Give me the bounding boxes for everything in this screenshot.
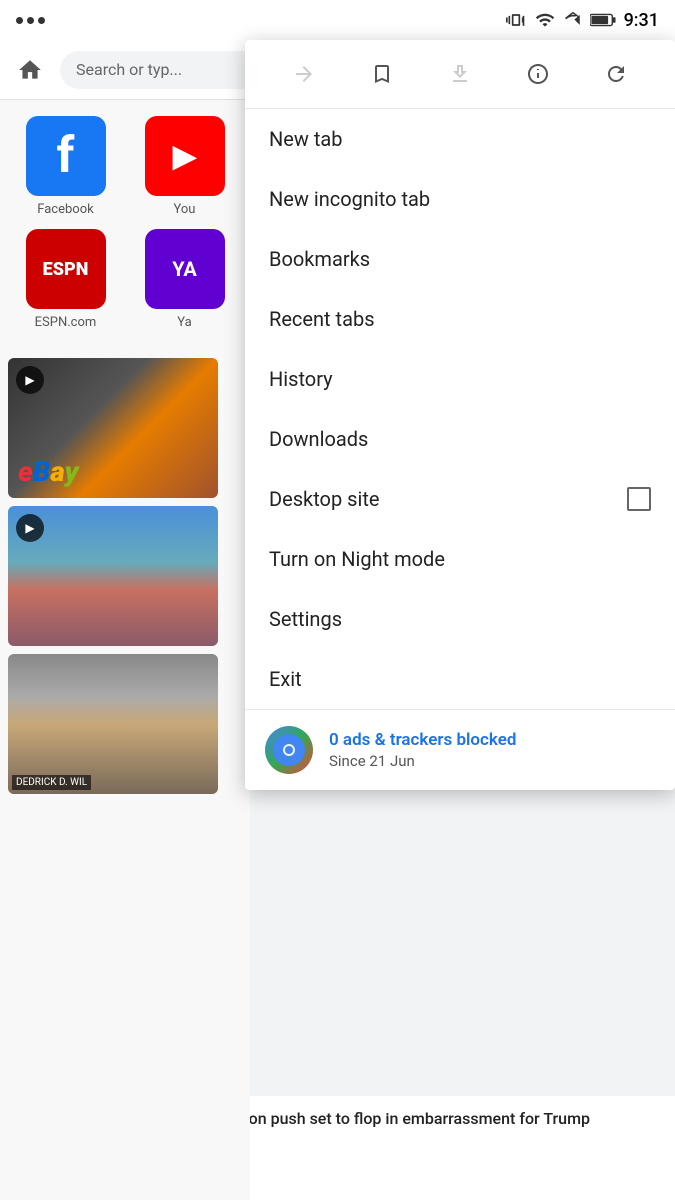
shortcuts-grid: f Facebook ▶ You ESPN ESPN.com YA Ya	[0, 100, 250, 346]
menu-item-label-night-mode: Turn on Night mode	[269, 547, 445, 571]
menu-item-label-history: History	[269, 367, 333, 391]
menu-item-new-incognito[interactable]: New incognito tab	[245, 169, 675, 229]
signal-icon	[564, 10, 582, 30]
menu-item-label-desktop-site: Desktop site	[269, 487, 379, 511]
ads-blocked-section: 0 ads & trackers blocked Since 21 Jun	[245, 709, 675, 790]
shortcut-espn[interactable]: ESPN ESPN.com	[12, 229, 119, 330]
menu-item-history[interactable]: History	[245, 349, 675, 409]
menu-item-night-mode[interactable]: Turn on Night mode	[245, 529, 675, 589]
menu-item-downloads[interactable]: Downloads	[245, 409, 675, 469]
menu-item-label-settings: Settings	[269, 607, 342, 631]
battery-icon	[590, 11, 616, 29]
shortcut-yahoo[interactable]: YA Ya	[131, 229, 238, 330]
menu-toolbar	[245, 40, 675, 109]
search-placeholder: Search or typ...	[76, 60, 182, 79]
menu-item-exit[interactable]: Exit	[245, 649, 675, 709]
menu-item-recent-tabs[interactable]: Recent tabs	[245, 289, 675, 349]
shortcut-youtube[interactable]: ▶ You	[131, 116, 238, 217]
info-button[interactable]	[516, 52, 560, 96]
facebook-icon: f	[26, 116, 106, 196]
menu-items-list: New tab New incognito tab Bookmarks Recent …	[245, 109, 675, 709]
yahoo-icon: YA	[145, 229, 225, 309]
time-display: 9:31	[624, 10, 659, 31]
menu-item-desktop-site[interactable]: Desktop site	[245, 469, 675, 529]
play-button-1: ▶	[16, 366, 44, 394]
background-content: f Facebook ▶ You ESPN ESPN.com YA Ya ▶ e…	[0, 100, 250, 1200]
dot-1	[16, 17, 23, 24]
menu-item-label-new-incognito: New incognito tab	[269, 187, 430, 211]
news-thumb-mugshot[interactable]: DEDRICK D. WIL	[8, 654, 218, 794]
espn-icon: ESPN	[26, 229, 106, 309]
mugshot-label: DEDRICK D. WIL	[12, 775, 91, 790]
home-button[interactable]	[12, 52, 48, 88]
shortcut-espn-label: ESPN.com	[35, 315, 97, 330]
context-menu: New tab New incognito tab Bookmarks Recent …	[245, 40, 675, 790]
signal-dots	[16, 17, 45, 24]
dot-3	[38, 17, 45, 24]
news-list: ▶ eBay ▶ DEDRICK D. WIL	[0, 346, 250, 806]
menu-item-bookmarks[interactable]: Bookmarks	[245, 229, 675, 289]
status-bar: 9:31	[0, 0, 675, 40]
shortcut-facebook[interactable]: f Facebook	[12, 116, 119, 217]
menu-item-label-bookmarks: Bookmarks	[269, 247, 370, 271]
shortcut-facebook-label: Facebook	[37, 202, 93, 217]
menu-item-label-exit: Exit	[269, 667, 302, 691]
menu-item-label-recent-tabs: Recent tabs	[269, 307, 375, 331]
refresh-button[interactable]	[594, 52, 638, 96]
youtube-icon: ▶	[145, 116, 225, 196]
menu-item-settings[interactable]: Settings	[245, 589, 675, 649]
news-thumb-ebay[interactable]: ▶ eBay	[8, 358, 218, 498]
menu-item-checkbox-desktop-site[interactable]	[627, 487, 651, 511]
ads-blocked-text: 0 ads & trackers blocked Since 21 Jun	[329, 730, 516, 770]
ads-count: 0 ads & trackers blocked	[329, 730, 516, 750]
download-button[interactable]	[438, 52, 482, 96]
status-right-icons: 9:31	[506, 10, 659, 31]
menu-item-new-tab[interactable]: New tab	[245, 109, 675, 169]
dot-2	[27, 17, 34, 24]
play-button-2: ▶	[16, 514, 44, 542]
menu-item-label-downloads: Downloads	[269, 427, 368, 451]
news-thumb-man[interactable]: ▶	[8, 506, 218, 646]
ads-since: Since 21 Jun	[329, 752, 516, 770]
forward-button[interactable]	[282, 52, 326, 96]
wifi-icon	[534, 10, 556, 30]
menu-item-label-new-tab: New tab	[269, 127, 343, 151]
bookmark-button[interactable]	[360, 52, 404, 96]
vibrate-icon	[506, 10, 526, 30]
ads-icon	[265, 726, 313, 774]
shortcut-youtube-label: You	[174, 202, 196, 217]
shortcut-yahoo-label: Ya	[177, 315, 191, 330]
